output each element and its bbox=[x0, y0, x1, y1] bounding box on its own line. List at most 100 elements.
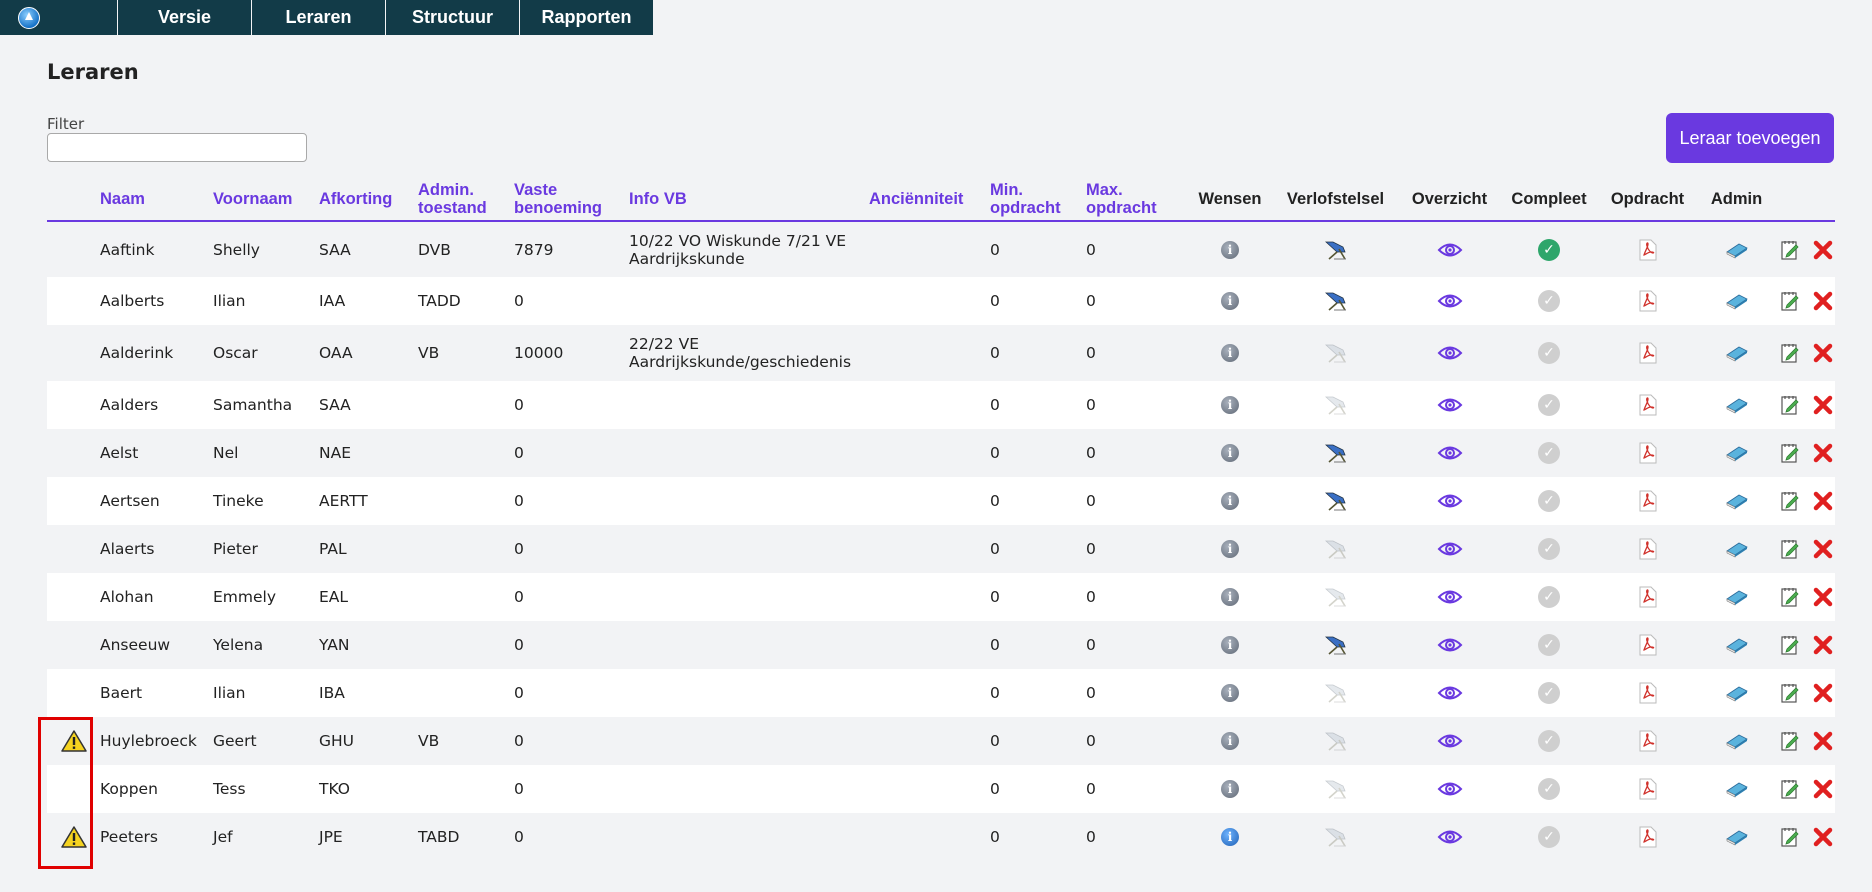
check-icon[interactable]: ✓ bbox=[1538, 538, 1560, 560]
eye-icon[interactable] bbox=[1437, 291, 1463, 311]
check-icon[interactable]: ✓ bbox=[1538, 290, 1560, 312]
edit-icon[interactable] bbox=[1780, 826, 1800, 848]
check-icon[interactable]: ✓ bbox=[1538, 238, 1560, 261]
header-vaste-benoeming[interactable]: Vaste benoeming bbox=[514, 178, 629, 222]
book-icon[interactable] bbox=[1725, 444, 1749, 462]
home-icon[interactable] bbox=[17, 6, 40, 29]
deckchair-icon[interactable] bbox=[1323, 634, 1349, 656]
header-anciennity[interactable]: Anciënniteit bbox=[869, 178, 990, 222]
header-info-vb[interactable]: Info VB bbox=[629, 178, 869, 222]
delete-icon[interactable] bbox=[1812, 730, 1834, 752]
add-teacher-button[interactable]: Leraar toevoegen bbox=[1666, 113, 1834, 163]
book-icon[interactable] bbox=[1725, 636, 1749, 654]
eye-icon[interactable] bbox=[1437, 395, 1463, 415]
edit-icon[interactable] bbox=[1780, 538, 1800, 560]
book-icon[interactable] bbox=[1725, 684, 1749, 702]
check-icon[interactable]: ✓ bbox=[1538, 442, 1560, 464]
edit-icon[interactable] bbox=[1780, 442, 1800, 464]
book-icon[interactable] bbox=[1725, 396, 1749, 414]
deckchair-icon[interactable] bbox=[1323, 538, 1349, 560]
delete-icon[interactable] bbox=[1812, 586, 1834, 608]
info-icon[interactable]: i bbox=[1221, 636, 1239, 655]
book-icon[interactable] bbox=[1725, 492, 1749, 510]
pdf-icon[interactable] bbox=[1639, 290, 1657, 312]
edit-icon[interactable] bbox=[1780, 586, 1800, 608]
header-min-opdracht[interactable]: Min. opdracht bbox=[990, 178, 1086, 222]
header-afkorting[interactable]: Afkorting bbox=[319, 178, 418, 222]
book-icon[interactable] bbox=[1725, 588, 1749, 606]
delete-icon[interactable] bbox=[1812, 290, 1834, 312]
header-voornaam[interactable]: Voornaam bbox=[213, 178, 319, 222]
check-icon[interactable]: ✓ bbox=[1538, 826, 1560, 848]
delete-icon[interactable] bbox=[1812, 394, 1834, 416]
eye-icon[interactable] bbox=[1437, 443, 1463, 463]
header-naam[interactable]: Naam bbox=[100, 178, 213, 222]
check-icon[interactable]: ✓ bbox=[1538, 490, 1560, 512]
pdf-icon[interactable] bbox=[1639, 239, 1657, 261]
delete-icon[interactable] bbox=[1812, 538, 1834, 560]
eye-icon[interactable] bbox=[1437, 731, 1463, 751]
check-icon[interactable]: ✓ bbox=[1538, 682, 1560, 704]
edit-icon[interactable] bbox=[1780, 394, 1800, 416]
book-icon[interactable] bbox=[1725, 732, 1749, 750]
info-icon[interactable]: i bbox=[1221, 540, 1239, 559]
delete-icon[interactable] bbox=[1812, 442, 1834, 464]
nav-tab-structuur[interactable]: Structuur bbox=[386, 0, 520, 35]
info-icon[interactable]: i bbox=[1221, 240, 1239, 259]
delete-icon[interactable] bbox=[1812, 634, 1834, 656]
info-icon[interactable]: i bbox=[1221, 444, 1239, 463]
check-icon[interactable]: ✓ bbox=[1538, 778, 1560, 800]
book-icon[interactable] bbox=[1725, 292, 1749, 310]
edit-icon[interactable] bbox=[1780, 290, 1800, 312]
pdf-icon[interactable] bbox=[1639, 342, 1657, 364]
info-icon[interactable]: i bbox=[1221, 828, 1239, 847]
book-icon[interactable] bbox=[1725, 780, 1749, 798]
deckchair-icon[interactable] bbox=[1323, 239, 1349, 261]
deckchair-icon[interactable] bbox=[1323, 442, 1349, 464]
delete-icon[interactable] bbox=[1812, 239, 1834, 261]
delete-icon[interactable] bbox=[1812, 342, 1834, 364]
edit-icon[interactable] bbox=[1780, 730, 1800, 752]
pdf-icon[interactable] bbox=[1639, 442, 1657, 464]
eye-icon[interactable] bbox=[1437, 587, 1463, 607]
header-max-opdracht[interactable]: Max. opdracht bbox=[1086, 178, 1182, 222]
info-icon[interactable]: i bbox=[1221, 492, 1239, 511]
nav-home[interactable] bbox=[0, 0, 118, 35]
book-icon[interactable] bbox=[1725, 540, 1749, 558]
deckchair-icon[interactable] bbox=[1323, 826, 1349, 848]
eye-icon[interactable] bbox=[1437, 827, 1463, 847]
pdf-icon[interactable] bbox=[1639, 730, 1657, 752]
info-icon[interactable]: i bbox=[1221, 588, 1239, 607]
pdf-icon[interactable] bbox=[1639, 394, 1657, 416]
delete-icon[interactable] bbox=[1812, 826, 1834, 848]
edit-icon[interactable] bbox=[1780, 239, 1800, 261]
pdf-icon[interactable] bbox=[1639, 682, 1657, 704]
edit-icon[interactable] bbox=[1780, 342, 1800, 364]
edit-icon[interactable] bbox=[1780, 682, 1800, 704]
deckchair-icon[interactable] bbox=[1323, 586, 1349, 608]
header-admin-toestand[interactable]: Admin. toestand bbox=[418, 178, 514, 222]
deckchair-icon[interactable] bbox=[1323, 394, 1349, 416]
eye-icon[interactable] bbox=[1437, 240, 1463, 260]
eye-icon[interactable] bbox=[1437, 683, 1463, 703]
info-icon[interactable]: i bbox=[1221, 344, 1239, 363]
deckchair-icon[interactable] bbox=[1323, 682, 1349, 704]
pdf-icon[interactable] bbox=[1639, 538, 1657, 560]
book-icon[interactable] bbox=[1725, 828, 1749, 846]
pdf-icon[interactable] bbox=[1639, 634, 1657, 656]
info-icon[interactable]: i bbox=[1221, 684, 1239, 703]
info-icon[interactable]: i bbox=[1221, 396, 1239, 415]
check-icon[interactable]: ✓ bbox=[1538, 634, 1560, 656]
deckchair-icon[interactable] bbox=[1323, 290, 1349, 312]
delete-icon[interactable] bbox=[1812, 490, 1834, 512]
delete-icon[interactable] bbox=[1812, 682, 1834, 704]
check-icon[interactable]: ✓ bbox=[1538, 342, 1560, 364]
eye-icon[interactable] bbox=[1437, 635, 1463, 655]
nav-tab-leraren[interactable]: Leraren bbox=[252, 0, 386, 35]
pdf-icon[interactable] bbox=[1639, 490, 1657, 512]
check-icon[interactable]: ✓ bbox=[1538, 730, 1560, 752]
eye-icon[interactable] bbox=[1437, 539, 1463, 559]
nav-tab-rapporten[interactable]: Rapporten bbox=[520, 0, 654, 35]
pdf-icon[interactable] bbox=[1639, 826, 1657, 848]
filter-input[interactable] bbox=[47, 133, 307, 162]
